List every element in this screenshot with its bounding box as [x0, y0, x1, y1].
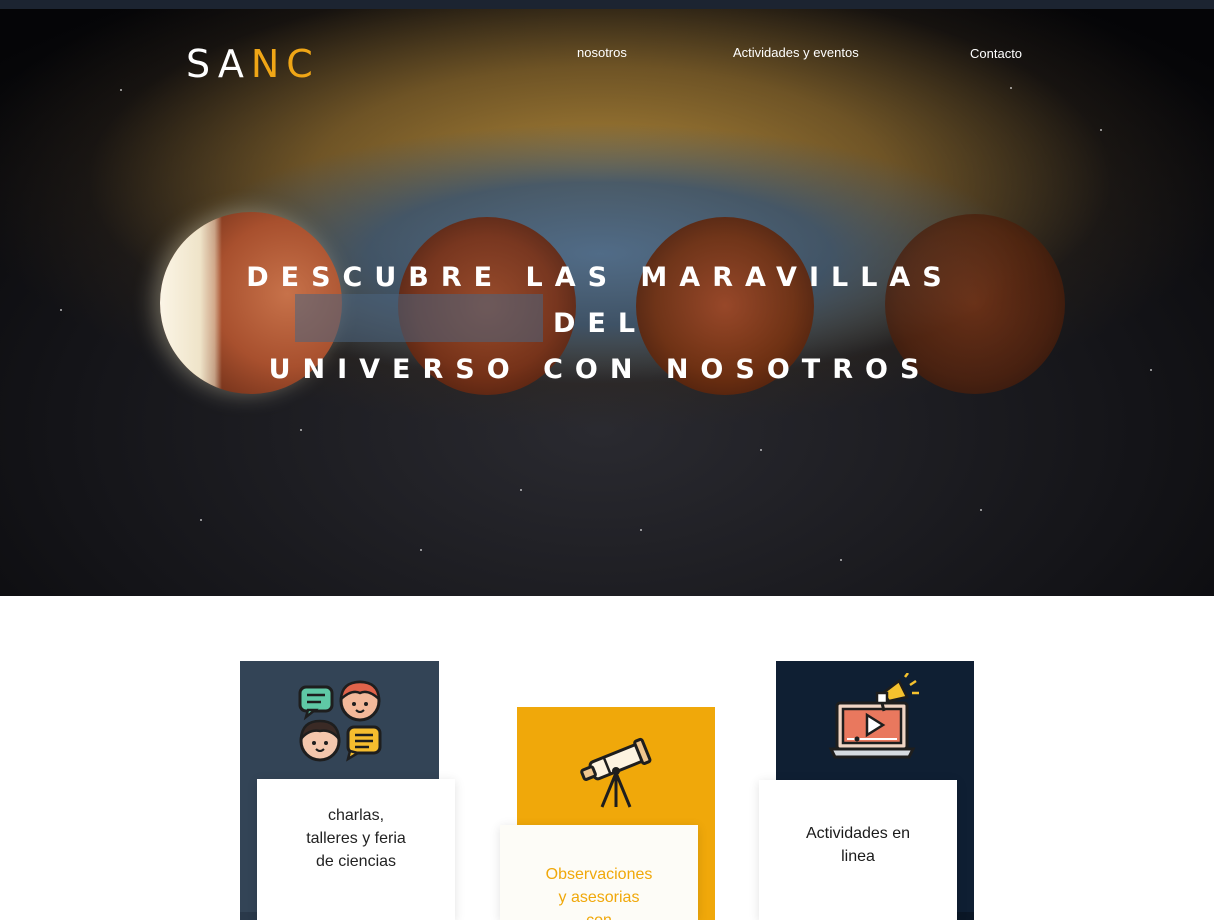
card-observaciones-label: Observaciones y asesorias con — [546, 863, 653, 920]
card-actividades-label-line-2: linea — [841, 848, 875, 865]
nav-link-contacto[interactable]: Contacto — [970, 46, 1022, 61]
card-charlas-label-line-2: talleres y feria — [306, 830, 406, 847]
logo-text-white: SA — [186, 42, 251, 86]
card-actividades-label: Actividades en linea — [806, 822, 910, 868]
card-actividades-label-line-1: Actividades en — [805, 825, 911, 842]
card-observaciones-label-line-1: Observaciones — [545, 866, 653, 883]
card-charlas[interactable]: charlas, talleres y feria de ciencias — [257, 779, 455, 920]
nav-link-nosotros[interactable]: nosotros — [577, 45, 627, 60]
top-bar — [0, 0, 1214, 9]
card-observaciones-label-line-2: y asesorias — [558, 889, 640, 906]
hero-title: DESCUBRE LAS MARAVILLAS DEL UNIVERSO CON… — [200, 255, 1000, 393]
card-charlas-label: charlas, talleres y feria de ciencias — [306, 804, 406, 873]
card-observaciones[interactable]: Observaciones y asesorias con — [500, 825, 698, 920]
card-actividades-en-linea[interactable]: Actividades en linea — [759, 780, 957, 920]
site-logo[interactable]: SANC — [186, 42, 320, 86]
nav-link-actividades-y-eventos[interactable]: Actividades y eventos — [733, 45, 859, 60]
hero-title-line-2: UNIVERSO CON NOSOTROS — [268, 354, 932, 385]
card-charlas-label-line-1: charlas, — [327, 807, 385, 824]
chat-people-icon — [298, 680, 381, 762]
laptop-video-icon — [828, 673, 919, 759]
telescope-icon — [580, 737, 652, 808]
card-charlas-label-line-3: de ciencias — [315, 853, 397, 870]
logo-text-orange: NC — [250, 42, 320, 86]
hero-title-line-1: DESCUBRE LAS MARAVILLAS DEL — [246, 262, 954, 339]
card-observaciones-label-line-3: con — [546, 909, 653, 920]
